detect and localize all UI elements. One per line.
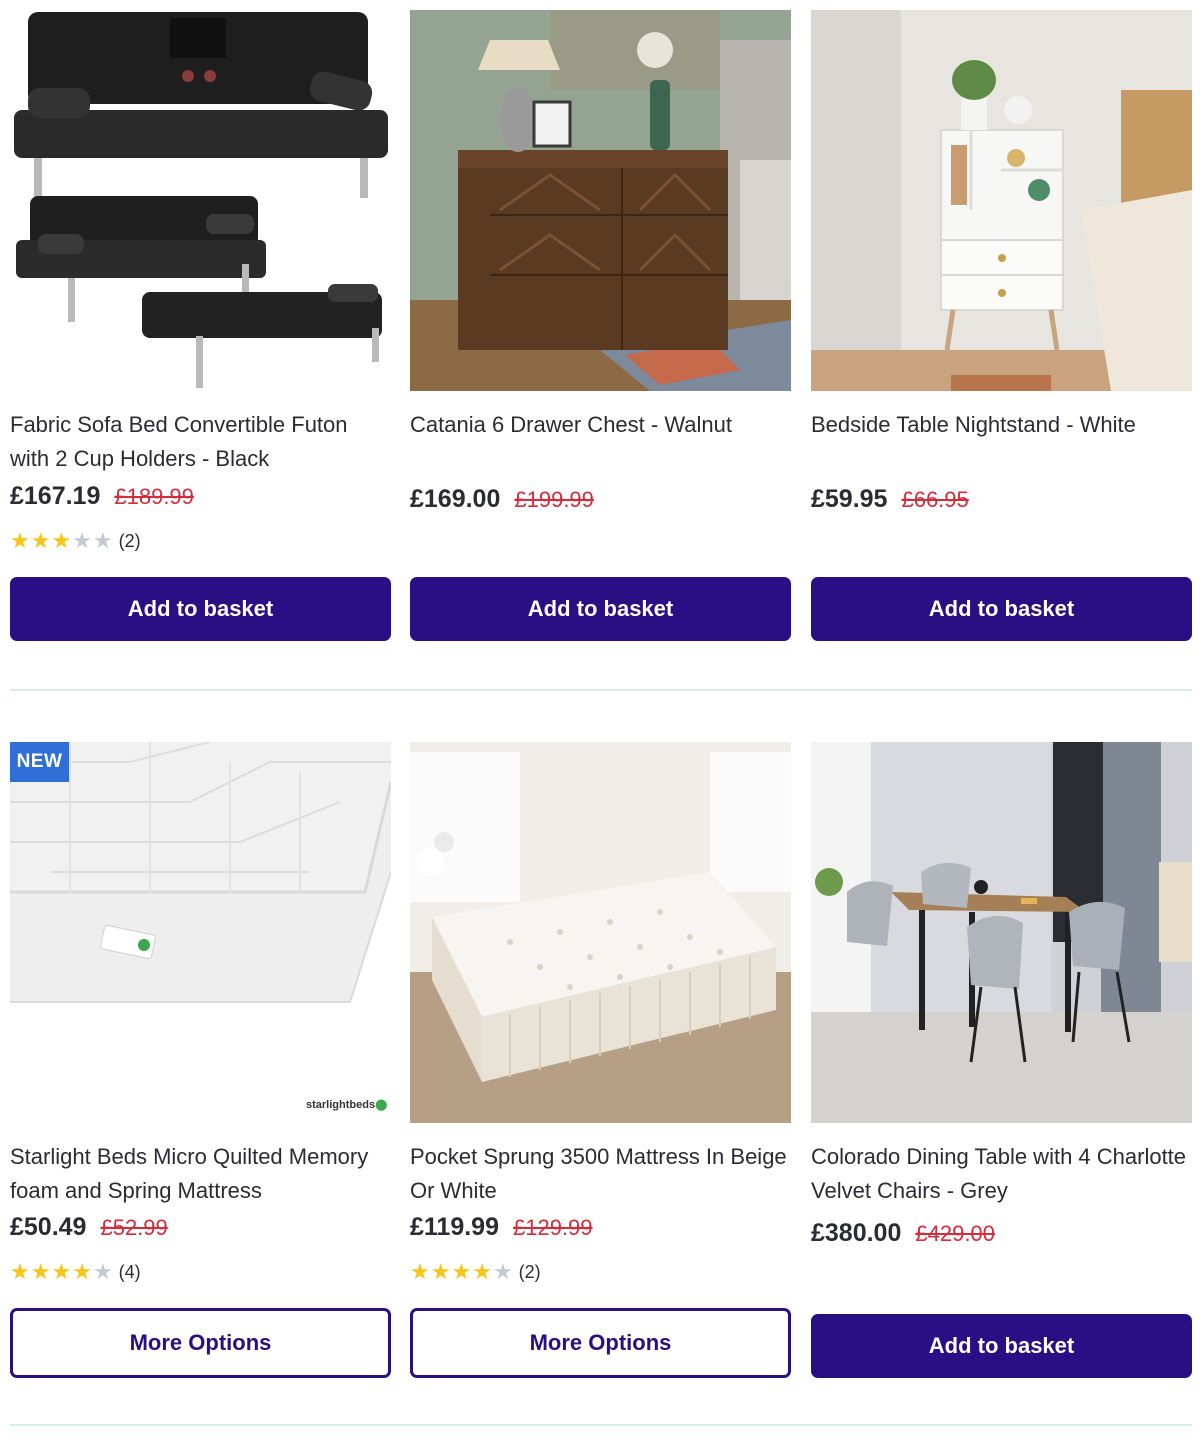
row-divider [10, 1424, 1192, 1426]
add-to-basket-button[interactable]: Add to basket [10, 577, 391, 641]
product-image[interactable] [811, 742, 1192, 1123]
black-futon-sofa-bed-image [10, 10, 391, 391]
star-rating[interactable]: ★ ★ ★ ★ ★ (2) [410, 1261, 541, 1283]
more-options-button[interactable]: More Options [410, 1308, 791, 1378]
price-row: £167.19 £189.99 [10, 482, 194, 511]
current-price: £50.49 [10, 1213, 87, 1241]
star-icon: ★ [72, 528, 92, 553]
product-card: Colorado Dining Table with 4 Charlotte V… [811, 742, 1192, 1379]
star-rating[interactable]: ★ ★ ★ ★ ★ (2) [10, 530, 141, 552]
current-price: £169.00 [410, 485, 501, 513]
walnut-chest-of-drawers-image [410, 10, 791, 391]
new-badge: NEW [10, 742, 69, 782]
star-icon: ★ [10, 528, 30, 553]
product-image[interactable] [410, 742, 791, 1123]
was-price: £199.99 [514, 487, 594, 512]
add-to-basket-button[interactable]: Add to basket [410, 577, 791, 641]
more-options-button[interactable]: More Options [10, 1308, 391, 1378]
pocket-sprung-mattress-image [410, 742, 791, 1123]
was-price: £66.95 [901, 487, 969, 512]
white-bedside-table-image [811, 10, 1192, 391]
row-divider [10, 689, 1192, 691]
current-price: £59.95 [811, 485, 888, 513]
product-card: Bedside Table Nightstand - White £59.95 … [811, 10, 1192, 641]
star-icon: ★ [451, 1259, 472, 1284]
was-price: £129.99 [513, 1215, 593, 1240]
review-count: (2) [118, 530, 141, 551]
product-title[interactable]: Starlight Beds Micro Quilted Memory foam… [10, 1140, 391, 1208]
product-card: NEW starlightbeds⬤ Starlight Beds Micro … [10, 742, 391, 1379]
product-image[interactable] [811, 10, 1192, 391]
add-to-basket-button[interactable]: Add to basket [811, 577, 1192, 641]
star-icon: ★ [492, 1259, 513, 1284]
price-row: £169.00 £199.99 [410, 485, 594, 514]
review-count: (2) [518, 1261, 541, 1282]
quilted-mattress-image [10, 742, 391, 1123]
product-image[interactable] [410, 10, 791, 391]
was-price: £429.00 [915, 1221, 995, 1246]
product-title[interactable]: Bedside Table Nightstand - White [811, 408, 1192, 442]
product-card: Catania 6 Drawer Chest - Walnut £169.00 … [410, 10, 791, 641]
star-icon: ★ [410, 1259, 430, 1284]
review-count: (4) [118, 1261, 141, 1282]
star-icon: ★ [30, 1259, 51, 1284]
product-card: Pocket Sprung 3500 Mattress In Beige Or … [410, 742, 791, 1379]
dining-set-image [811, 742, 1192, 1123]
price-row: £380.00 £429.00 [811, 1219, 995, 1248]
product-image[interactable] [10, 742, 391, 1123]
brand-logo: starlightbeds⬤ [306, 1099, 388, 1111]
star-icon: ★ [430, 1259, 451, 1284]
add-to-basket-button[interactable]: Add to basket [811, 1314, 1192, 1378]
product-title[interactable]: Catania 6 Drawer Chest - Walnut [410, 408, 791, 442]
star-icon: ★ [92, 528, 113, 553]
star-rating[interactable]: ★ ★ ★ ★ ★ (4) [10, 1261, 141, 1283]
current-price: £167.19 [10, 482, 101, 510]
product-title[interactable]: Colorado Dining Table with 4 Charlotte V… [811, 1140, 1192, 1208]
star-icon: ★ [92, 1259, 113, 1284]
current-price: £119.99 [410, 1213, 499, 1241]
price-row: £50.49 £52.99 [10, 1213, 168, 1242]
price-row: £119.99 £129.99 [410, 1213, 593, 1242]
star-icon: ★ [51, 1259, 72, 1284]
price-row: £59.95 £66.95 [811, 485, 969, 514]
star-icon: ★ [72, 1259, 92, 1284]
was-price: £189.99 [114, 484, 194, 509]
product-card: Fabric Sofa Bed Convertible Futon with 2… [10, 10, 391, 641]
star-icon: ★ [30, 528, 51, 553]
star-icon: ★ [51, 528, 72, 553]
star-icon: ★ [10, 1259, 30, 1284]
product-title[interactable]: Fabric Sofa Bed Convertible Futon with 2… [10, 408, 391, 476]
current-price: £380.00 [811, 1219, 902, 1247]
product-title[interactable]: Pocket Sprung 3500 Mattress In Beige Or … [410, 1140, 791, 1208]
product-image[interactable] [10, 10, 391, 391]
was-price: £52.99 [100, 1215, 168, 1240]
star-icon: ★ [472, 1259, 492, 1284]
